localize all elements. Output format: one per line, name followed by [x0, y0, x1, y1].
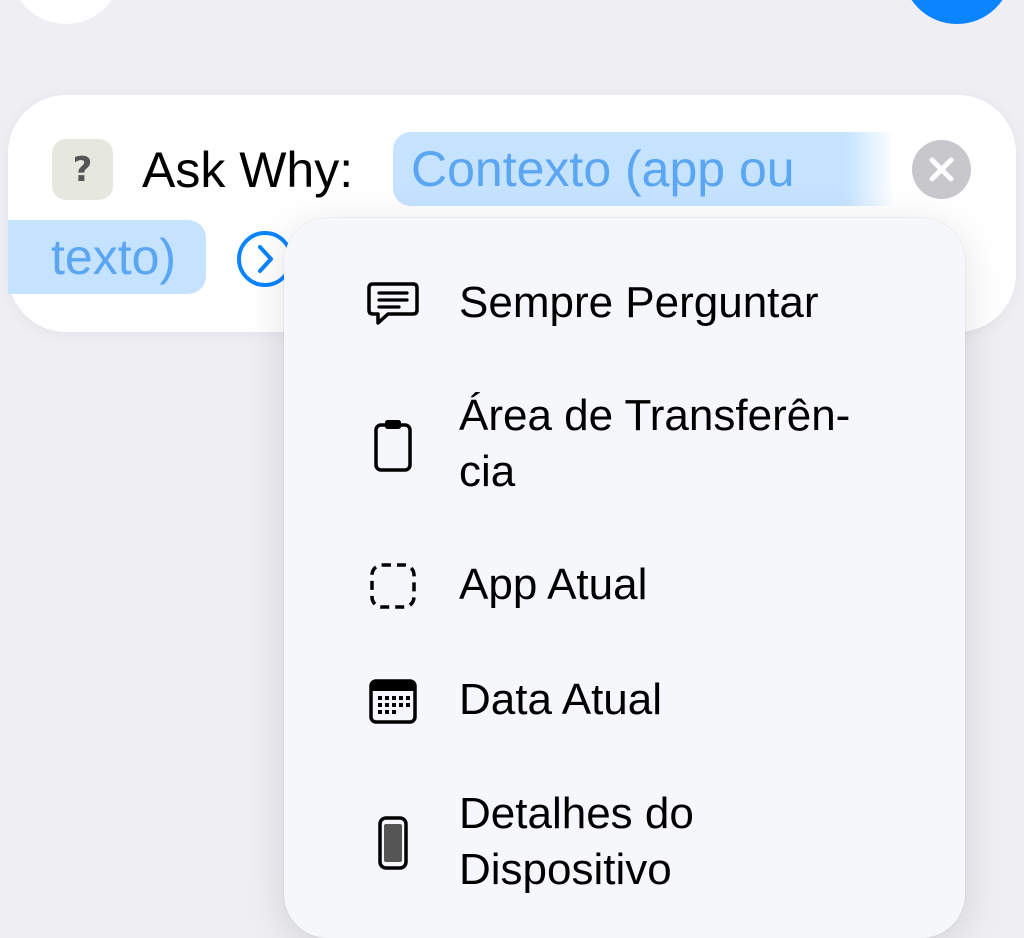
calendar-icon	[369, 679, 417, 724]
menu-item-detalhes-do-dispositivo[interactable]: Detalhes do Dispositivo	[284, 786, 965, 902]
menu-item-sempre-perguntar[interactable]: Sempre Perguntar	[284, 273, 965, 333]
clear-button[interactable]	[912, 140, 971, 199]
menu-item-data-atual[interactable]: Data Atual	[284, 671, 965, 731]
dashed-square-icon	[370, 563, 416, 609]
menu-item-label: App Atual	[459, 560, 648, 609]
parameter-token-continued[interactable]: texto)	[8, 220, 206, 294]
iphone-icon	[378, 816, 408, 870]
menu-item-label: Área de Transferên-cia	[459, 391, 851, 496]
menu-item-app-atual[interactable]: App Atual	[284, 556, 965, 616]
top-right-accent-button[interactable]	[902, 0, 1012, 24]
menu-item-label: Data Atual	[459, 675, 663, 724]
question-mark-app-icon: ?	[52, 139, 113, 200]
clipboard-icon	[374, 420, 412, 472]
menu-item-label: Sempre Perguntar	[459, 278, 819, 327]
action-title: Ask Why:	[142, 142, 354, 198]
xmark-circle-icon	[929, 157, 954, 182]
parameter-token-text-line2: texto)	[51, 229, 177, 285]
message-bubble-icon	[367, 282, 419, 325]
menu-item-label: Detalhes do Dispositivo	[459, 789, 694, 894]
parameter-token[interactable]: Contexto (app ou	[393, 132, 895, 206]
menu-item-area-de-transferencia[interactable]: Área de Transferên-cia	[284, 388, 965, 504]
variable-menu: Sempre Perguntar Área de Transferên-cia …	[284, 218, 965, 938]
top-left-button[interactable]	[10, 0, 122, 24]
app-icon-glyph: ?	[72, 149, 93, 190]
parameter-token-text-line1: Contexto (app ou	[411, 141, 795, 197]
